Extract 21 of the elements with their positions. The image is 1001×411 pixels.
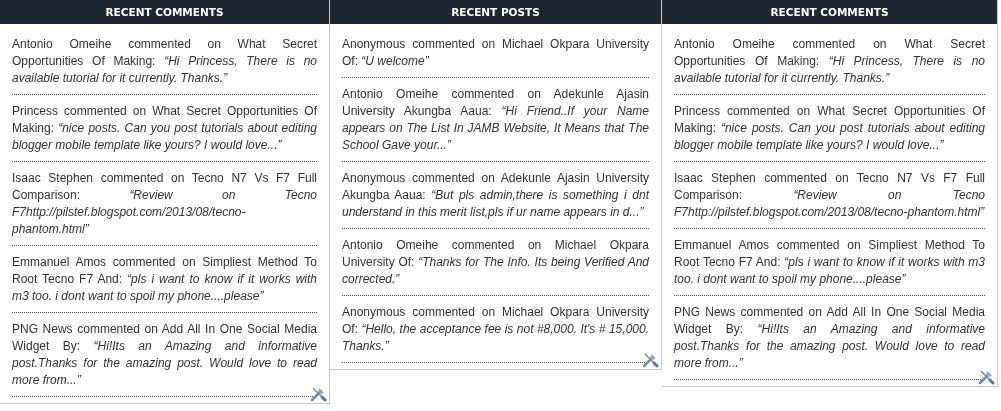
comment-text: Antonio Omeihe commented on What Secret Opportunities Of Making: “Hi Princess, There is no available tutorial for it currently. Thanks.” — [674, 28, 985, 95]
comment-text: Emmanuel Amos commented on Simpliest Method To Root Tecno F7 And: “pls i want to know if it works with m3 too. i dont want to spoil my phone....please” — [12, 246, 317, 313]
wrench-screwdriver-icon[interactable] — [977, 368, 995, 386]
comment-text: Isaac Stephen commented on Tecno N7 Vs F7 Full Comparison: “Review on Tecno F7http://pilstef.blogspot.com/2013/08/tecno-phantom.html” — [12, 162, 317, 246]
wrench-screwdriver-icon[interactable] — [309, 385, 327, 403]
widget-title: RECENT COMMENTS — [0, 0, 329, 24]
comment-text: Antonio Omeihe commented on What Secret Opportunities Of Making: “Hi Princess, There is no available tutorial for it currently. Thanks.” — [12, 28, 317, 95]
comment-text: PNG News commented on Add All In One Social Media Widget By: “Hi!Its an Amazing and informative post.Thanks for the amazing post. Would love to read more from...” — [12, 313, 317, 397]
widget-title: RECENT POSTS — [330, 0, 661, 24]
comment-text: Anonymous commented on Adekunle Ajasin University Akungba Aaua: “But pls admin,there is something i dnt understand in this merit list,pls if ur name appears in d...” — [342, 162, 649, 229]
comment-text: Emmanuel Amos commented on Simpliest Method To Root Tecno F7 And: “pls i want to know if it works with m3 too. i dont want to spoil my phone....please” — [674, 229, 985, 296]
comment-text: Isaac Stephen commented on Tecno N7 Vs F7 Full Comparison: “Review on Tecno F7http://pilstef.blogspot.com/2013/08/tecno-phantom.html” — [674, 162, 985, 229]
comment-text: Antonio Omeihe commented on Adekunle Ajasin University Akungba Aaua: “Hi Friend..If your Name appears on The List In JAMB Website, It Means that The School Gave your...” — [342, 78, 649, 162]
comment-text: Anonymous commented on Michael Okpara University Of: “Hello, the acceptance fee is not #8,000. It's # 15,000. Thanks.” — [342, 296, 649, 363]
comment-text: Princess commented on What Secret Opportunities Of Making: “nice posts. Can you post tutorials about editing blogger mobile template like yours? I would love...” — [12, 95, 317, 162]
comment-text: Antonio Omeihe commented on Michael Okpara University Of: “Thanks for The Info. Its being Verified And corrected.” — [342, 229, 649, 296]
comment-text: Princess commented on What Secret Opportunities Of Making: “nice posts. Can you post tutorials about editing blogger mobile template like yours? I would love...” — [674, 95, 985, 162]
comment-text: Anonymous commented on Michael Okpara University Of: “U welcome” — [342, 28, 649, 78]
comment-text: PNG News commented on Add All In One Social Media Widget By: “Hi!Its an Amazing and informative post.Thanks for the amazing post. Would love to read more from...” — [674, 296, 985, 380]
widget-title: RECENT COMMENTS — [662, 0, 997, 24]
wrench-screwdriver-icon[interactable] — [641, 351, 659, 369]
